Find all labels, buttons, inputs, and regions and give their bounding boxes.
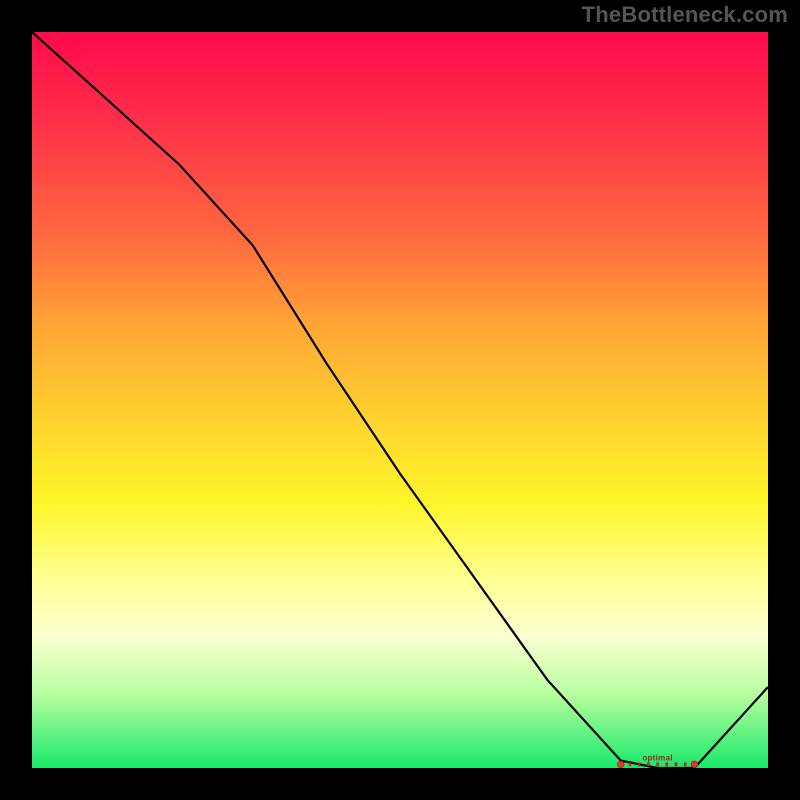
chart-container: TheBottleneck.com optimal — [0, 0, 800, 800]
marker-tick — [684, 763, 686, 766]
marker-dot — [618, 761, 624, 767]
line-series — [32, 32, 768, 768]
marker-dot — [691, 761, 697, 767]
marker-tick — [629, 763, 631, 766]
watermark-text: TheBottleneck.com — [582, 2, 788, 28]
marker-group: optimal — [618, 753, 698, 767]
marker-tick — [657, 763, 659, 766]
marker-tick — [675, 763, 677, 766]
plot-area: optimal — [32, 32, 768, 768]
marker-tick — [638, 763, 640, 766]
marker-tick — [648, 763, 650, 766]
marker-label: optimal — [642, 753, 673, 762]
chart-overlay: optimal — [32, 32, 768, 768]
marker-tick — [666, 763, 668, 766]
